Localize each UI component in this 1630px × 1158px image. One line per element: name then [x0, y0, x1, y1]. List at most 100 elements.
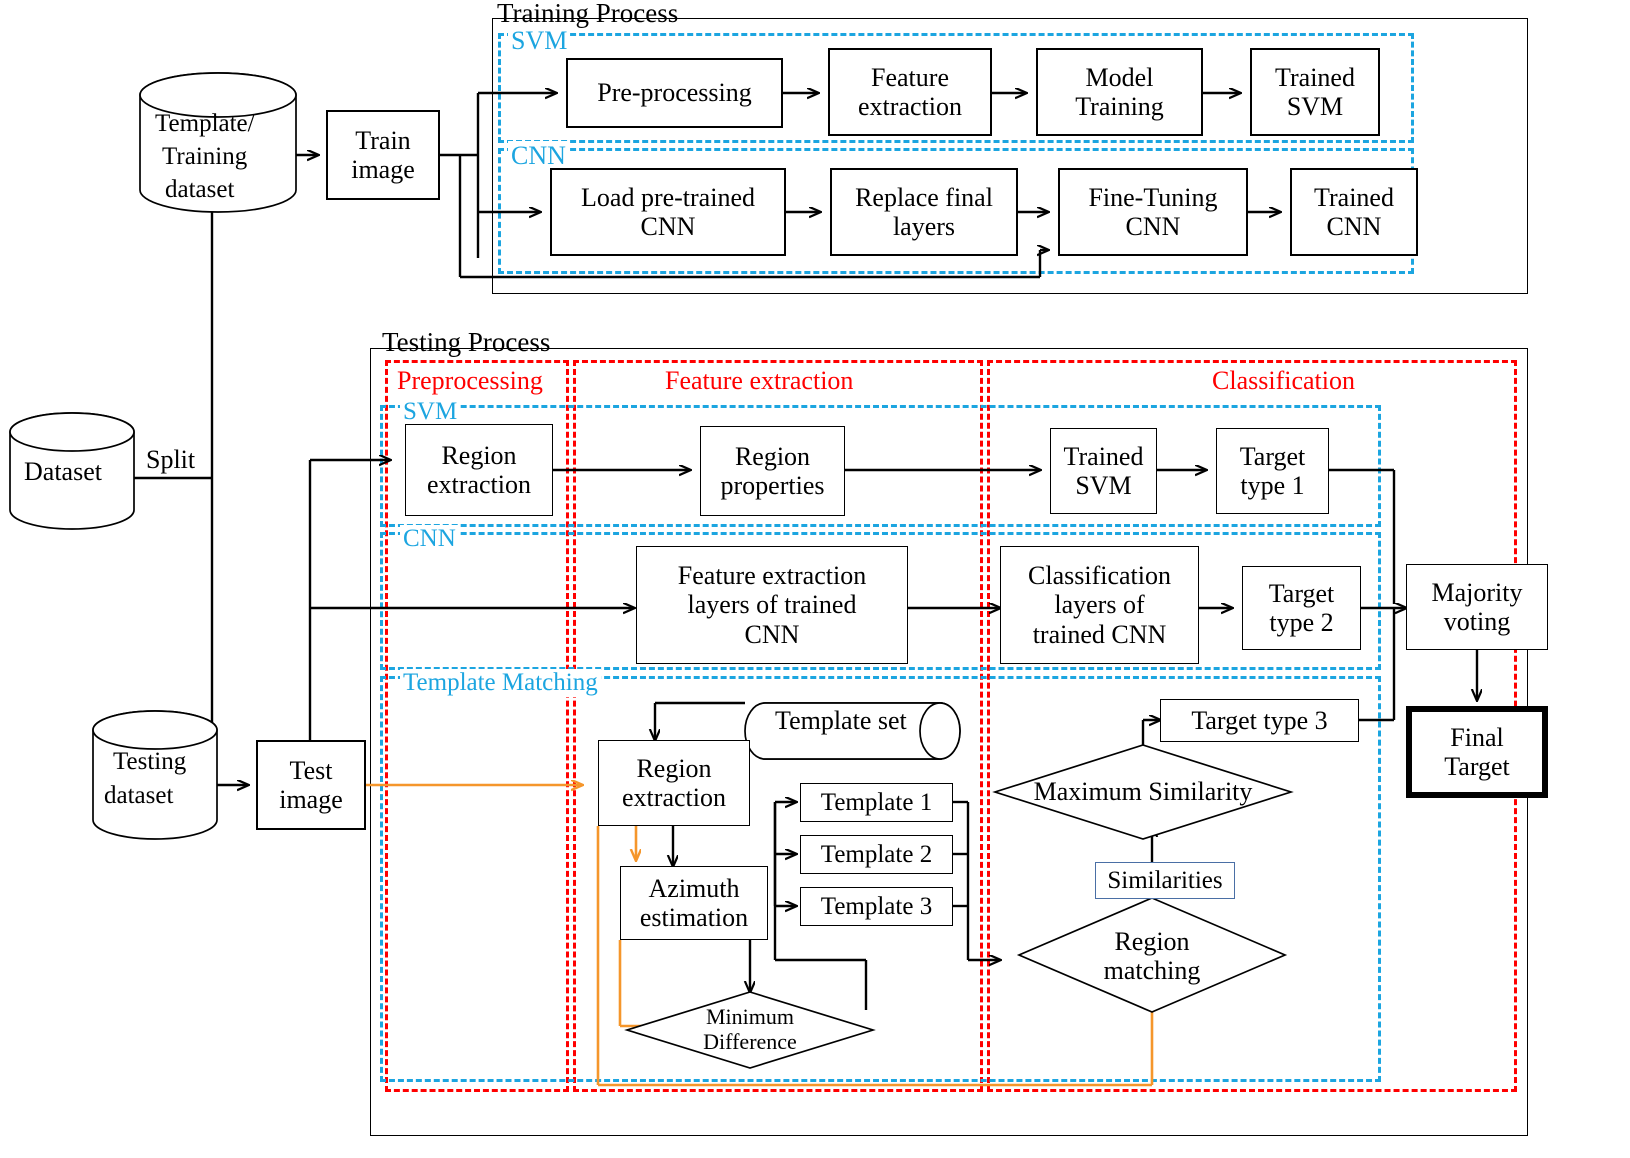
- training-svm-model-line2: Training: [1075, 92, 1164, 121]
- testing-region-extraction-svm: Region extraction: [405, 424, 553, 516]
- region-matching-text: Region matching: [1082, 923, 1222, 989]
- test-image-line1: Test: [289, 755, 333, 785]
- stage-classification-label: Classification: [1212, 366, 1355, 395]
- testing-template-2: Template 2: [800, 835, 953, 874]
- training-process-title: Training Process: [497, 0, 679, 28]
- testing-target-type-3: Target type 3: [1160, 699, 1359, 742]
- test-image-node: Test image: [256, 740, 366, 830]
- testing-azimuth-line1: Azimuth: [648, 873, 740, 903]
- testing-template-3: Template 3: [800, 887, 953, 926]
- testing-target-type-2-line2: type 2: [1269, 608, 1334, 637]
- training-cnn-finetune-line1: Fine-Tuning: [1088, 182, 1218, 212]
- training-cnn-load-line2: CNN: [640, 212, 696, 241]
- region-matching-line2: matching: [1103, 956, 1201, 985]
- testing-similarities: Similarities: [1095, 862, 1235, 899]
- testing-region-extraction-svm-line2: extraction: [427, 470, 531, 499]
- flowchart-canvas: Training Process SVM CNN Testing Process…: [0, 0, 1630, 1158]
- testing-azimuth-line2: estimation: [639, 903, 749, 932]
- testing-target-type-1: Target type 1: [1216, 428, 1329, 514]
- training-svm-group-label: SVM: [508, 26, 571, 56]
- testing-region-extraction-template-line1: Region: [636, 753, 712, 783]
- testing-template-3-label: Template 3: [820, 892, 933, 920]
- template-training-dataset-line3: dataset: [165, 176, 235, 203]
- training-svm-step-preprocessing: Pre-processing: [566, 58, 783, 128]
- training-cnn-load-line1: Load pre-trained: [581, 182, 755, 212]
- testing-template-1: Template 1: [800, 783, 953, 822]
- training-cnn-step-trained-cnn: Trained CNN: [1290, 168, 1418, 256]
- final-target-line2: Target: [1444, 752, 1510, 781]
- testing-similarities-label: Similarities: [1107, 866, 1223, 894]
- training-cnn-group-label: CNN: [508, 141, 569, 171]
- train-image-line2: image: [351, 155, 415, 184]
- training-cnn-step-load-pretrained: Load pre-trained CNN: [550, 168, 786, 256]
- testing-classification-layers: Classification layers of trained CNN: [1000, 546, 1199, 664]
- testing-region-properties-line1: Region: [734, 441, 811, 471]
- stage-preprocessing-label: Preprocessing: [397, 366, 543, 395]
- testing-dataset-line1: Testing: [113, 748, 187, 775]
- testing-region-extraction-svm-line1: Region: [441, 440, 517, 470]
- testing-region-properties: Region properties: [700, 426, 845, 516]
- template-set-label: Template set: [775, 706, 907, 735]
- majority-voting-node: Majority voting: [1406, 564, 1548, 650]
- testing-classification-layers-line2: layers of: [1054, 590, 1145, 620]
- testing-feature-layers-line3: CNN: [744, 619, 800, 649]
- testing-feature-extraction-layers: Feature extraction layers of trained CNN: [636, 546, 908, 664]
- testing-template-2-label: Template 2: [820, 840, 933, 868]
- training-svm-model-line1: Model: [1085, 62, 1154, 92]
- split-label: Split: [144, 445, 198, 475]
- testing-trained-svm-line1: Trained: [1063, 441, 1144, 471]
- testing-classification-layers-line1: Classification: [1028, 561, 1171, 591]
- train-image-node: Train image: [326, 110, 440, 200]
- training-svm-step-feature-extraction: Feature extraction: [828, 48, 992, 136]
- testing-svm-group-label: SVM: [400, 398, 461, 426]
- stage-feature-extraction-label: Feature extraction: [665, 366, 854, 395]
- testing-template-1-label: Template 1: [820, 788, 933, 816]
- majority-voting-line1: Majority: [1431, 577, 1523, 607]
- training-svm-step-preprocessing-label: Pre-processing: [597, 78, 752, 108]
- majority-voting-line2: voting: [1443, 607, 1511, 636]
- training-cnn-finetune-line2: CNN: [1125, 212, 1181, 241]
- training-svm-feature-line2: extraction: [858, 92, 962, 121]
- training-cnn-trained-line2: CNN: [1326, 212, 1382, 241]
- training-cnn-trained-line1: Trained: [1314, 182, 1394, 212]
- minimum-difference-text: Minimum Difference: [680, 1000, 820, 1060]
- testing-region-extraction-template-line2: extraction: [622, 783, 726, 812]
- training-cnn-replace-line1: Replace final: [855, 182, 993, 212]
- training-cnn-step-fine-tuning: Fine-Tuning CNN: [1058, 168, 1248, 256]
- testing-classification-layers-line3: trained CNN: [1032, 619, 1167, 649]
- region-matching-line1: Region: [1114, 926, 1190, 956]
- testing-trained-svm-line2: SVM: [1075, 471, 1132, 500]
- final-target-line1: Final: [1450, 722, 1504, 752]
- testing-region-properties-line2: properties: [720, 471, 825, 500]
- testing-template-matching-label: Template Matching: [400, 669, 601, 697]
- testing-azimuth-estimation: Azimuth estimation: [620, 866, 768, 940]
- testing-target-type-1-line1: Target: [1239, 441, 1306, 471]
- dataset-label: Dataset: [24, 457, 102, 486]
- training-svm-trained-line1: Trained: [1275, 62, 1355, 92]
- testing-cnn-group-label: CNN: [400, 525, 459, 553]
- testing-target-type-3-label: Target type 3: [1191, 705, 1328, 735]
- training-cnn-step-replace-layers: Replace final layers: [830, 168, 1018, 256]
- template-training-dataset-line2: Training: [162, 143, 248, 170]
- train-image-line1: Train: [355, 125, 411, 155]
- testing-target-type-2: Target type 2: [1242, 566, 1361, 650]
- template-training-dataset-line1: Template/: [155, 110, 255, 137]
- training-svm-trained-line2: SVM: [1286, 92, 1344, 121]
- test-image-line2: image: [279, 785, 343, 814]
- testing-dataset-line2: dataset: [104, 782, 174, 809]
- maximum-similarity-text: Maximum Similarity: [1023, 775, 1263, 809]
- testing-region-extraction-template: Region extraction: [598, 740, 750, 826]
- testing-target-type-1-line2: type 1: [1240, 471, 1305, 500]
- minimum-difference-line1: Minimum: [705, 1004, 794, 1030]
- testing-feature-layers-line1: Feature extraction: [677, 561, 867, 591]
- training-cnn-replace-line2: layers: [892, 212, 956, 241]
- testing-trained-svm: Trained SVM: [1050, 428, 1157, 514]
- minimum-difference-line2: Difference: [703, 1029, 797, 1054]
- final-target-node: Final Target: [1406, 706, 1548, 798]
- training-svm-feature-line1: Feature: [871, 62, 949, 92]
- testing-feature-layers-line2: layers of trained: [687, 590, 857, 620]
- maximum-similarity-label: Maximum Similarity: [1033, 777, 1253, 807]
- testing-process-title: Testing Process: [382, 327, 551, 357]
- training-svm-step-model-training: Model Training: [1036, 48, 1203, 136]
- training-svm-step-trained-svm: Trained SVM: [1250, 48, 1380, 136]
